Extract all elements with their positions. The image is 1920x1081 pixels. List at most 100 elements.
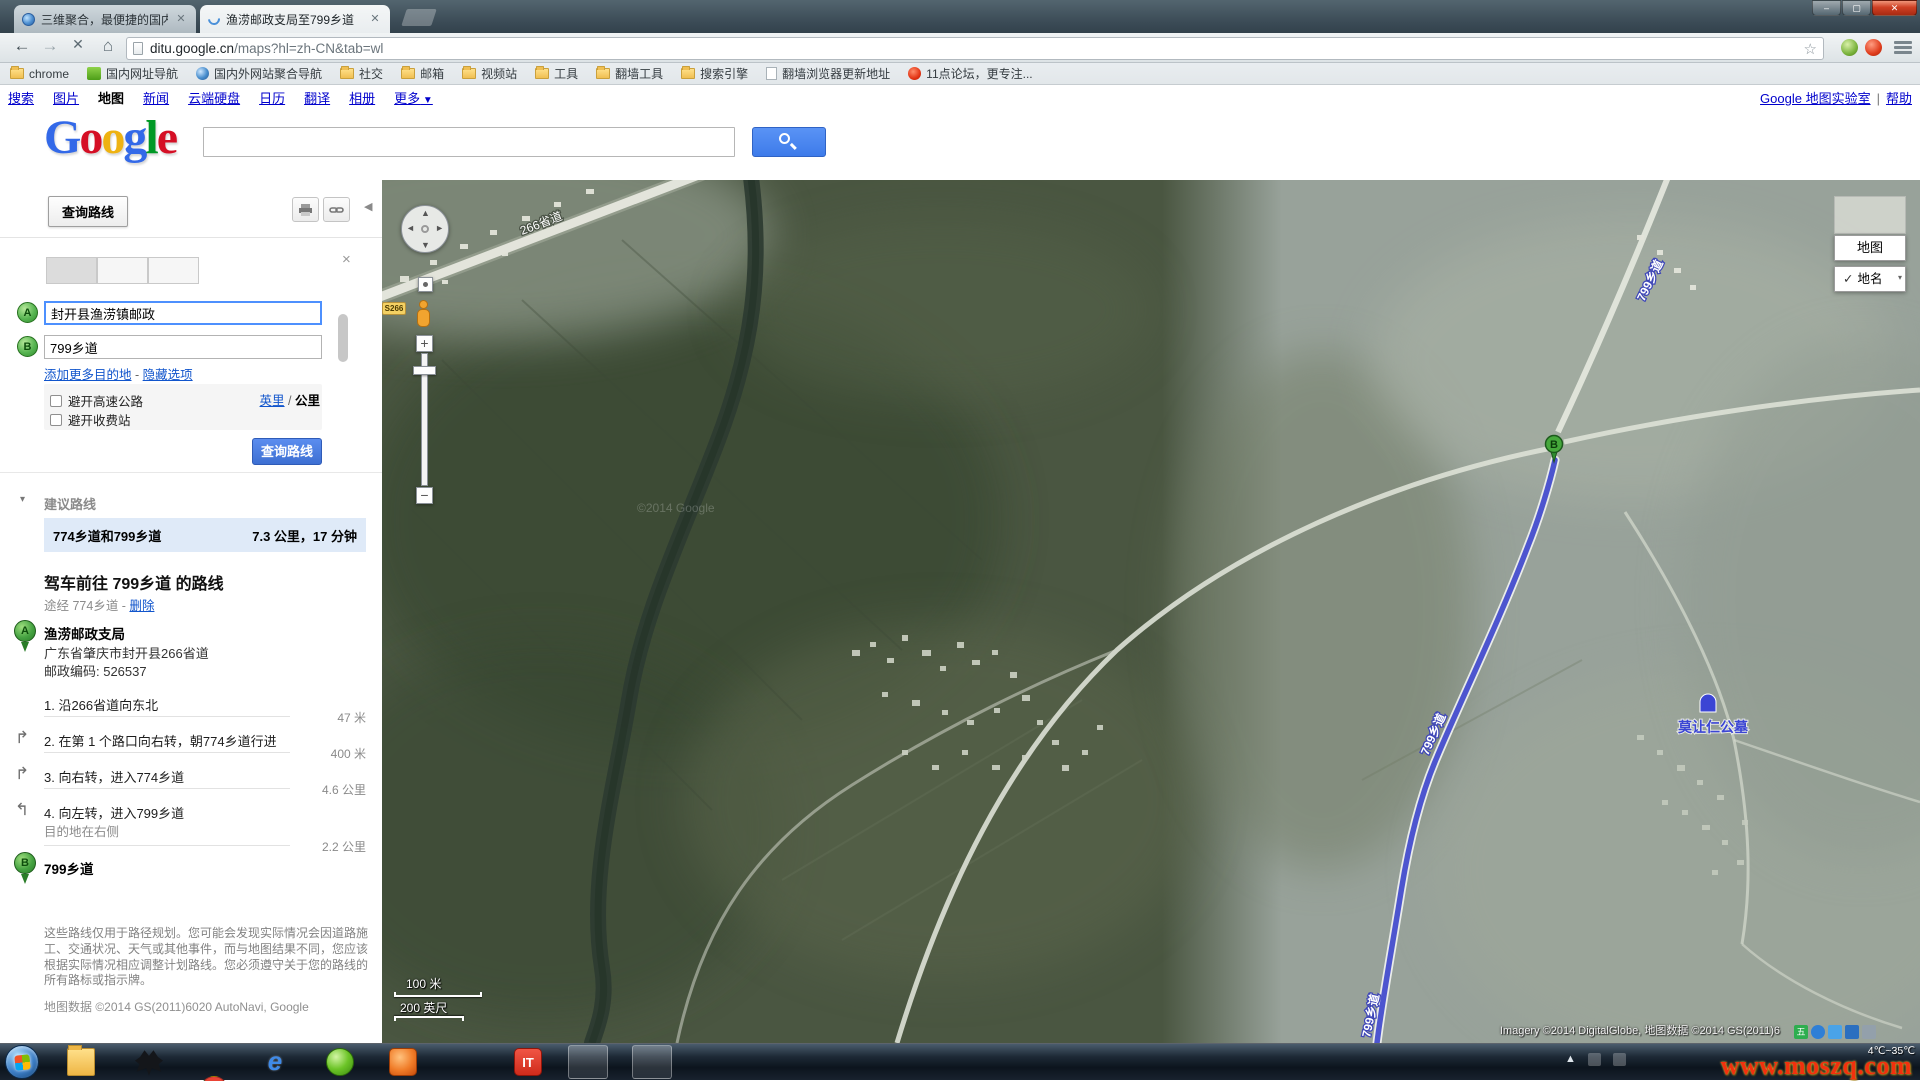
pan-left-icon[interactable]: ◄ [406,223,415,233]
bookmark-item[interactable]: chrome [10,67,69,81]
address-bar[interactable]: ditu.google.cn /maps?hl=zh-CN&tab=wl ☆ [126,37,1824,60]
delete-via-link[interactable]: 删除 [129,599,154,613]
overlay-icon-grey[interactable] [1862,1025,1876,1039]
maptype-satellite-faded[interactable] [1834,196,1906,234]
gbar-link[interactable]: 搜索 [8,91,34,106]
tray-icon[interactable] [1613,1053,1626,1066]
gbar-link[interactable]: 相册 [349,91,375,106]
bookmark-star-icon[interactable]: ☆ [1804,40,1817,58]
minimize-button[interactable]: – [1812,0,1841,16]
pegman-streetview[interactable] [413,300,435,330]
tab-close-icon[interactable]: ✕ [368,12,382,26]
gbar-link[interactable]: 更多 ▼ [394,91,433,106]
origin-input[interactable] [44,301,322,325]
link-button[interactable] [323,197,350,222]
collapse-triangle-icon[interactable]: ▾ [20,494,25,505]
zoom-in-button[interactable]: + [416,335,433,352]
taskbar-open-window-1[interactable] [568,1045,608,1079]
avoid-highways-option[interactable]: 避开高速公路 [50,391,143,410]
browser-tab-2-active[interactable]: 渔涝邮政支局至799乡道 ✕ [200,5,390,33]
bookmark-item[interactable]: 邮箱 [401,65,444,82]
taskbar-ie-icon[interactable]: e [261,1048,289,1076]
chrome-menu-icon[interactable] [1894,41,1912,55]
travel-mode-drive-tab[interactable] [46,257,97,284]
gbar-link[interactable]: 翻译 [304,91,330,106]
zoom-slider-handle[interactable] [413,366,436,375]
route-option-selected[interactable]: 774乡道和799乡道 7.3 公里，17 分钟 [44,518,366,552]
travel-mode-transit-tab[interactable] [97,257,148,284]
route-step[interactable]: 4. 向左转，进入799乡道 [44,803,344,822]
taskbar-green-browser-icon[interactable] [326,1048,354,1076]
tray-icon[interactable] [1588,1053,1601,1066]
print-button[interactable] [292,197,319,222]
destination-input[interactable] [44,335,322,359]
maps-labs-link[interactable]: Google 地图实验室 [1760,91,1871,106]
taskbar-explorer-icon[interactable] [67,1048,95,1076]
pan-up-icon[interactable]: ▲ [421,208,430,218]
collapse-panel-icon[interactable]: ◀ [364,200,372,213]
pan-control[interactable]: ▲ ▼ ◄ ► [401,205,449,253]
extension-icon-green[interactable] [1841,39,1858,56]
extension-icon-red[interactable] [1865,39,1882,56]
pan-right-icon[interactable]: ► [435,223,444,233]
checkbox-icon[interactable] [50,414,62,426]
get-directions-button[interactable]: 查询路线 [252,438,322,465]
dropdown-icon[interactable]: ▾ [1898,266,1902,290]
bookmark-item[interactable]: 翻墙工具 [596,65,663,82]
help-link[interactable]: 帮助 [1886,91,1912,106]
zoom-out-button[interactable]: − [416,487,433,504]
overlay-icon-darkblue[interactable] [1845,1025,1859,1039]
forward-icon[interactable]: → [38,36,62,56]
search-button[interactable] [752,127,826,157]
bookmark-item[interactable]: 视频站 [462,65,517,82]
system-tray[interactable]: ▲ [1565,1053,1626,1066]
browser-tab-1[interactable]: 三维聚合，最便捷的国内... ✕ [14,5,196,33]
add-destination-link[interactable]: 添加更多目的地 [44,368,132,382]
pan-center-icon[interactable] [421,225,429,233]
bookmark-item[interactable]: 工具 [535,65,578,82]
search-input[interactable] [203,127,735,157]
bookmark-item[interactable]: 搜索引擎 [681,65,748,82]
gbar-link[interactable]: 地图 [98,91,124,106]
panel-scrollbar[interactable] [338,314,348,362]
taskbar-open-window-2[interactable] [632,1045,672,1079]
map-canvas[interactable]: 266省道 799乡道 799乡道 799乡道 ©2014 Google 莫让仁… [382,180,1920,1043]
back-icon[interactable]: ← [10,36,34,56]
close-button[interactable]: ✕ [1872,0,1917,16]
tray-expand-icon[interactable]: ▲ [1565,1053,1576,1066]
maximize-button[interactable]: ▢ [1842,0,1871,16]
bookmark-item[interactable]: 社交 [340,65,383,82]
pan-down-icon[interactable]: ▼ [421,240,430,250]
taskbar-orange-app-icon[interactable] [389,1048,417,1076]
bookmark-item[interactable]: 国内网址导航 [87,65,178,82]
gbar-link[interactable]: 日历 [259,91,285,106]
close-form-icon[interactable]: × [342,251,351,268]
tab-close-icon[interactable]: ✕ [174,12,188,26]
home-icon[interactable]: ⌂ [96,36,120,56]
hide-options-link[interactable]: 隐藏选项 [143,368,193,382]
gbar-link[interactable]: 云端硬盘 [188,91,240,106]
overlay-icon-lightblue[interactable] [1828,1025,1842,1039]
start-button[interactable] [5,1045,39,1079]
overlay-icon-blue-circle[interactable] [1811,1025,1825,1039]
divider [44,752,290,753]
bookmark-item[interactable]: 翻墙浏览器更新地址 [766,65,890,82]
taskbar-it-app-icon[interactable]: IT [514,1048,542,1076]
labels-toggle-button[interactable]: ✓地名 ▾ [1834,266,1906,292]
step-note: 目的地在右侧 [44,821,119,840]
travel-mode-walk-tab[interactable] [148,257,199,284]
miles-link[interactable]: 英里 [260,394,285,408]
gbar-link[interactable]: 新闻 [143,91,169,106]
stop-icon[interactable]: ✕ [66,36,90,53]
new-tab-button[interactable] [401,9,437,26]
bookmark-item[interactable]: 11点论坛，更专注... [908,65,1032,82]
overlay-icon-green[interactable]: 五 [1794,1025,1808,1039]
maptype-map-button[interactable]: 地图 [1834,235,1906,261]
avoid-tolls-option[interactable]: 避开收费站 [50,410,131,429]
suggested-routes-header[interactable]: 建议路线 [44,494,96,513]
checkbox-icon[interactable] [50,395,62,407]
gbar-link[interactable]: 图片 [53,91,79,106]
map-reset-button[interactable] [418,277,433,292]
bookmark-item[interactable]: 国内外网站聚合导航 [196,65,322,82]
get-directions-tab[interactable]: 查询路线 [48,196,128,227]
